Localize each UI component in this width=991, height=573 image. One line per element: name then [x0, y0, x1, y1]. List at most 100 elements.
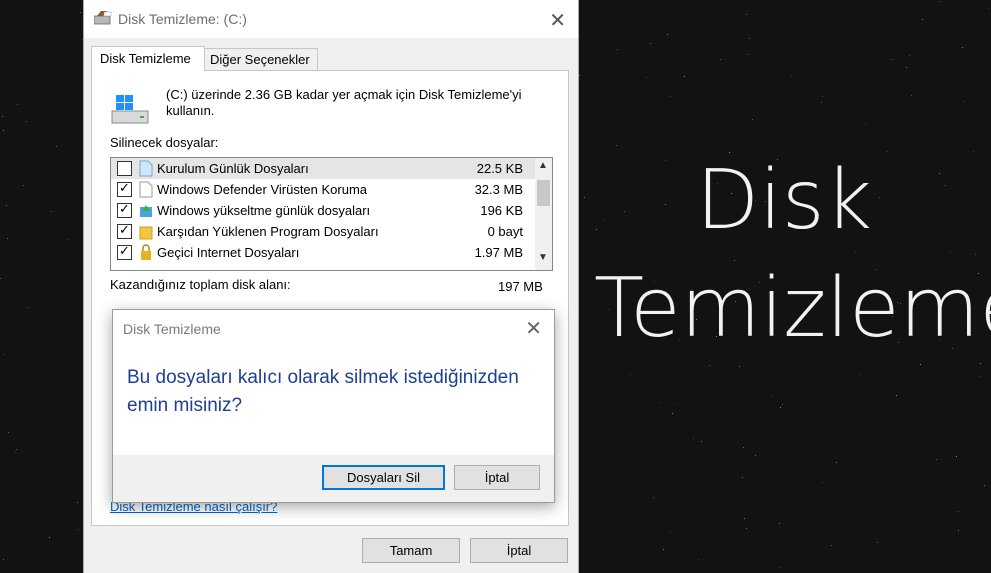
file-name: Windows yükseltme günlük dosyaları	[157, 203, 371, 218]
star	[936, 459, 937, 460]
star	[739, 366, 740, 367]
drive-icon	[111, 95, 149, 124]
star	[939, 173, 940, 174]
star	[604, 219, 605, 220]
upgrade-log-icon	[140, 205, 152, 217]
star	[860, 374, 861, 375]
star	[7, 238, 8, 239]
checkbox[interactable]	[117, 161, 132, 176]
star	[742, 477, 743, 478]
star	[922, 19, 923, 20]
star	[653, 497, 654, 498]
star	[911, 95, 912, 96]
star	[17, 104, 18, 105]
checkbox[interactable]	[117, 180, 132, 197]
star	[584, 197, 585, 198]
star	[749, 38, 750, 39]
scroll-up-icon[interactable]: ▲	[538, 160, 548, 171]
star	[56, 146, 57, 147]
hero-title-line1: Disk	[696, 153, 873, 248]
star	[984, 485, 985, 486]
file-name: Windows Defender Virüsten Koruma	[157, 182, 368, 197]
file-icon	[139, 160, 153, 177]
star	[746, 528, 747, 529]
file-icon	[139, 181, 153, 198]
hero-title-line2: Temizleme	[594, 261, 991, 356]
star	[836, 462, 837, 463]
star	[720, 59, 721, 60]
scroll-down-icon[interactable]: ▼	[538, 252, 548, 263]
star	[49, 537, 50, 538]
star	[988, 8, 989, 9]
star	[670, 96, 671, 97]
list-item[interactable]: Windows Defender Virüsten Koruma 32.3 MB	[111, 179, 535, 200]
delete-files-button[interactable]: Dosyaları Sil	[322, 465, 445, 490]
star	[958, 511, 959, 512]
confirm-dialog-body: Disk Temizleme ✕ Bu dosyaları kalıcı ola…	[113, 310, 554, 455]
list-item[interactable]: Karşıdan Yüklenen Program Dosyaları 0 ba…	[111, 221, 535, 242]
star	[67, 239, 68, 240]
star	[23, 185, 24, 186]
dialog-cancel-button[interactable]: İptal	[454, 465, 540, 490]
star	[3, 559, 4, 560]
star	[672, 413, 673, 414]
folder-icon	[139, 226, 153, 240]
intro-text: (C:) üzerinde 2.36 GB kadar yer açmak iç…	[166, 87, 522, 118]
tab-disk-cleanup[interactable]: Disk Temizleme	[91, 46, 205, 71]
star	[782, 404, 783, 405]
star	[879, 197, 880, 198]
ok-button[interactable]: Tamam	[362, 538, 460, 563]
star	[779, 523, 780, 524]
star	[980, 363, 981, 364]
star	[659, 402, 660, 403]
star	[28, 307, 29, 308]
star	[684, 76, 685, 77]
star	[78, 529, 79, 530]
star	[624, 211, 625, 212]
star	[8, 432, 9, 433]
star	[887, 151, 888, 152]
file-name: Kurulum Günlük Dosyaları	[157, 161, 309, 176]
confirm-dialog-title: Disk Temizleme	[123, 321, 221, 337]
tab-label: Disk Temizleme	[100, 51, 191, 66]
star	[920, 364, 921, 365]
star	[665, 204, 666, 205]
star	[617, 49, 618, 50]
star	[831, 545, 832, 546]
star	[896, 395, 897, 396]
tab-label: Diğer Seçenekler	[210, 52, 310, 67]
star	[822, 482, 823, 483]
star	[743, 447, 744, 448]
star	[650, 43, 651, 44]
file-name: Geçici Internet Dosyaları	[157, 245, 300, 260]
star	[821, 102, 822, 103]
star	[772, 396, 773, 397]
close-icon[interactable]: ✕	[525, 316, 542, 341]
star	[693, 438, 694, 439]
files-to-delete-label: Silinecek dosyalar:	[110, 135, 219, 150]
list-item[interactable]: Windows yükseltme günlük dosyaları 196 K…	[111, 200, 535, 221]
star	[3, 130, 4, 131]
checkbox[interactable]	[117, 222, 132, 239]
close-icon[interactable]: ✕	[549, 8, 566, 33]
list-scrollbar[interactable]: ▲ ▼	[535, 158, 552, 270]
star	[906, 67, 907, 68]
star	[973, 151, 974, 152]
star	[80, 12, 81, 13]
tab-more-options[interactable]: Diğer Seçenekler	[204, 48, 318, 70]
list-item[interactable]: Kurulum Günlük Dosyaları 22.5 KB	[111, 158, 535, 179]
star	[791, 76, 792, 77]
disk-cleanup-app-icon	[94, 11, 112, 25]
list-item[interactable]: Geçici Internet Dosyaları 1.97 MB	[111, 242, 535, 263]
star	[822, 96, 823, 97]
checkbox[interactable]	[117, 243, 132, 260]
star	[865, 123, 866, 124]
file-size: 1.97 MB	[474, 245, 523, 260]
file-size: 0 bayt	[487, 224, 523, 239]
scroll-thumb[interactable]	[537, 180, 550, 206]
star	[780, 407, 781, 408]
checkbox[interactable]	[117, 201, 132, 218]
confirm-message: Bu dosyaları kalıcı olarak silmek istedi…	[127, 367, 519, 416]
star	[630, 374, 631, 375]
cancel-button[interactable]: İptal	[470, 538, 568, 563]
